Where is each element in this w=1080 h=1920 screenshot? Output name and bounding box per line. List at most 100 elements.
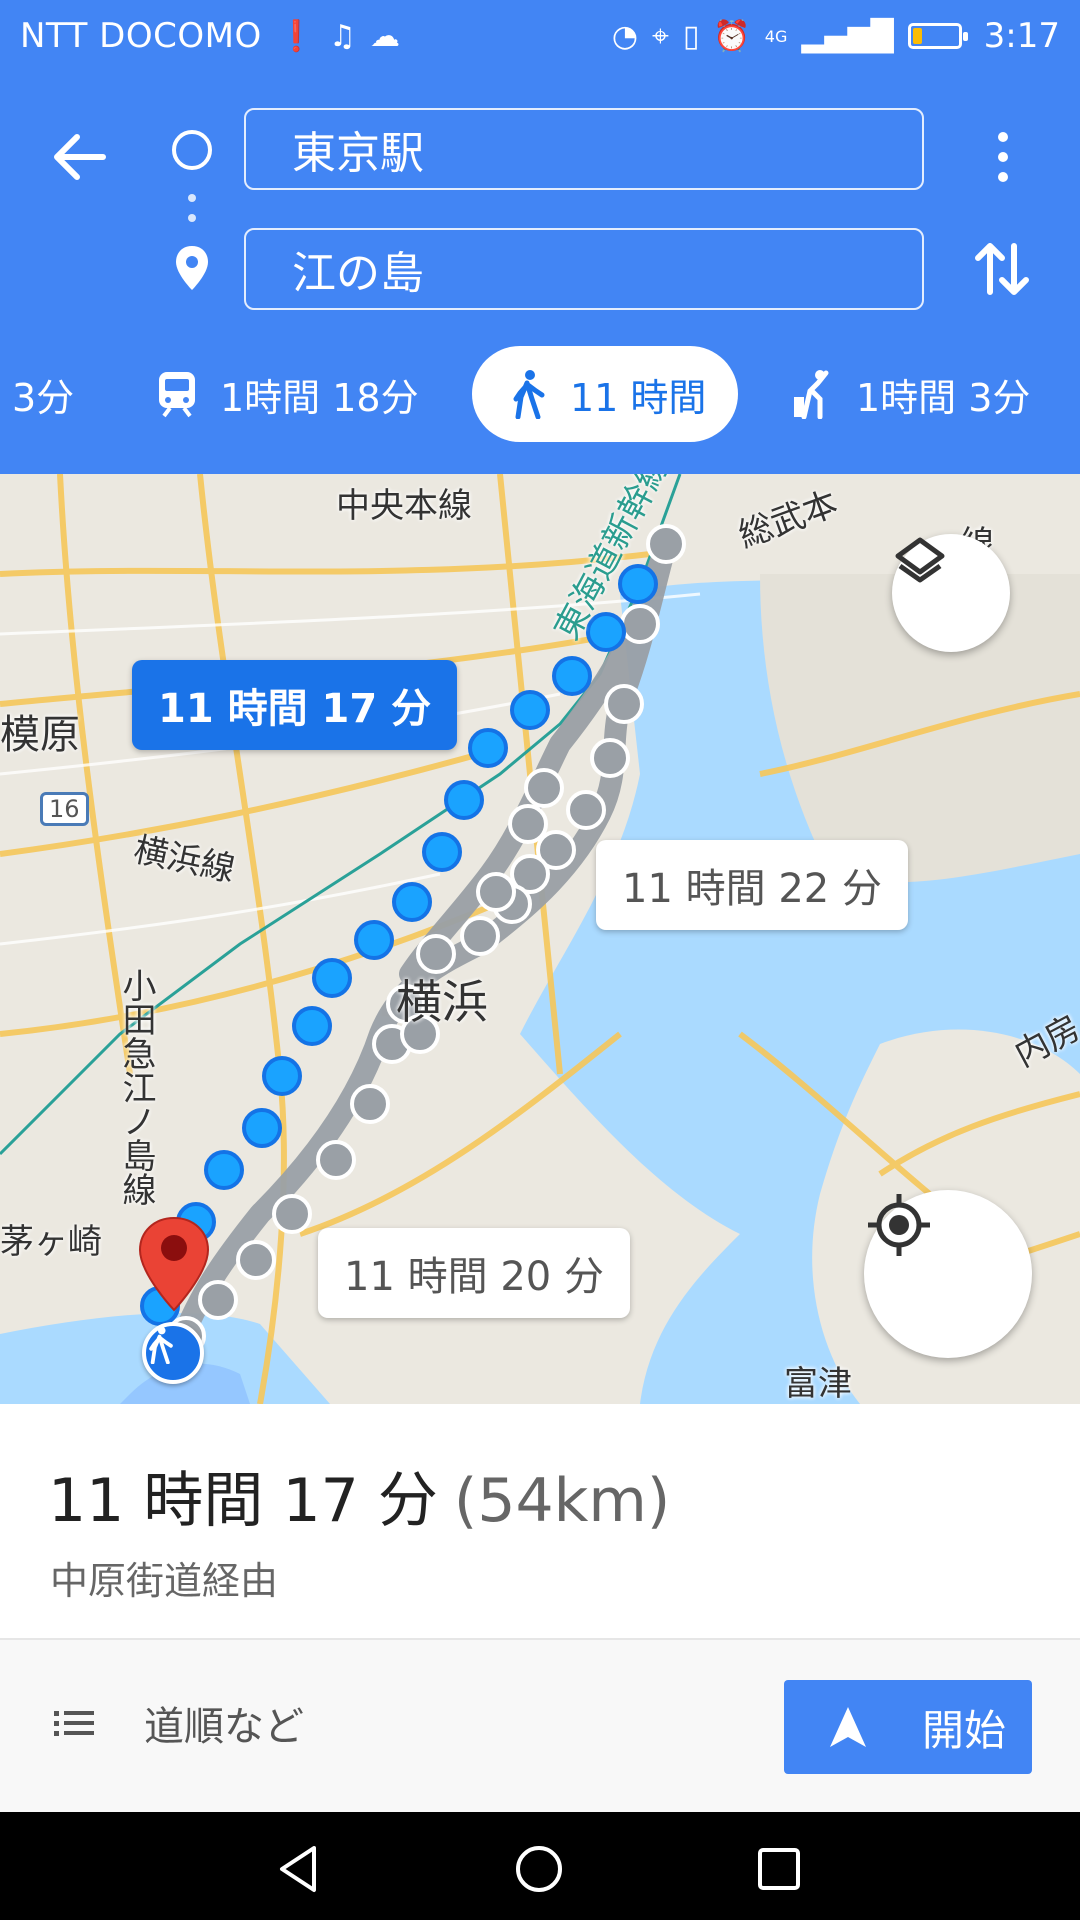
alt-route-dot bbox=[476, 872, 516, 912]
alt-route-dot bbox=[604, 684, 644, 724]
destination-pin-icon bbox=[172, 244, 212, 294]
selected-route-dot bbox=[618, 564, 658, 604]
dot bbox=[998, 132, 1008, 142]
back-arrow-icon bbox=[54, 134, 106, 180]
walk-icon bbox=[149, 1326, 173, 1364]
alt-route-dot bbox=[620, 604, 660, 644]
directions-header: 東京駅 江の島 3分 1時間 18分 11 時間 1時間 3分 bbox=[0, 72, 1080, 474]
selected-route-dot bbox=[510, 690, 550, 730]
alt-route-dot bbox=[646, 524, 686, 564]
music-icon: ♫ bbox=[329, 18, 356, 54]
route-duration-row: 11 時間 17 分 (54km) bbox=[48, 1452, 670, 1539]
origin-circle-icon bbox=[172, 130, 212, 170]
back-triangle-icon bbox=[280, 1846, 316, 1892]
route-dot-icon bbox=[188, 194, 196, 202]
map-label-chigasaki: 茅ヶ崎 bbox=[0, 1222, 102, 1262]
travel-mode-tabs: 3分 1時間 18分 11 時間 1時間 3分 bbox=[0, 346, 1080, 446]
battery-icon bbox=[907, 23, 968, 49]
route-callout-selected[interactable]: 11 時間 17 分 bbox=[132, 660, 458, 750]
ride-hail-icon bbox=[790, 369, 834, 419]
clock: 3:17 bbox=[983, 16, 1060, 56]
action-bar: 道順など 開始 bbox=[0, 1640, 1080, 1812]
alt-route-dot bbox=[272, 1194, 312, 1234]
swap-icon bbox=[975, 243, 1029, 295]
map-label-chuo-line: 中央本線 bbox=[336, 486, 472, 526]
layers-icon bbox=[895, 537, 945, 583]
navigation-arrow-icon bbox=[830, 1707, 866, 1747]
start-label: 開始 bbox=[922, 1705, 1007, 1755]
tab-transit[interactable]: 1時間 18分 bbox=[156, 346, 419, 442]
selected-route-dot bbox=[468, 728, 508, 768]
selected-route-dot bbox=[312, 958, 352, 998]
alert-icon: ❗ bbox=[277, 18, 316, 54]
notification-icons: ❗ ♫ ☁ bbox=[278, 19, 400, 54]
selected-route-dot bbox=[262, 1056, 302, 1096]
alt-route-dot bbox=[524, 768, 564, 808]
selected-route-dot bbox=[392, 882, 432, 922]
alt-route-dot bbox=[316, 1140, 356, 1180]
nav-back-button[interactable] bbox=[274, 1844, 324, 1894]
home-circle-icon bbox=[516, 1846, 562, 1892]
status-bar: NTT DOCOMO ❗ ♫ ☁ ◔ ⌖ ▯ ⏰ 4G ▂▄▆█ 3:17 bbox=[0, 0, 1080, 72]
start-button[interactable]: 開始 bbox=[784, 1680, 1032, 1774]
tab-drive[interactable]: 3分 bbox=[12, 346, 74, 442]
system-icons: ◔ ⌖ ▯ ⏰ 4G ▂▄▆█ 3:17 bbox=[612, 16, 1060, 56]
selected-route-dot bbox=[354, 920, 394, 960]
destination-input[interactable]: 江の島 bbox=[244, 228, 924, 310]
alarm-icon: ⏰ bbox=[713, 18, 751, 54]
selected-route-dot bbox=[242, 1108, 282, 1148]
route-callout-alt2[interactable]: 11 時間 20 分 bbox=[318, 1228, 630, 1318]
alt-route-dot bbox=[590, 738, 630, 778]
my-location-button[interactable] bbox=[864, 1190, 1032, 1358]
tab-label: 1時間 18分 bbox=[220, 375, 419, 420]
alt-route-dot bbox=[350, 1084, 390, 1124]
swap-button[interactable] bbox=[968, 234, 1038, 304]
back-button[interactable] bbox=[44, 122, 114, 192]
alt-route-dot bbox=[508, 804, 548, 844]
selected-route-dot bbox=[292, 1006, 332, 1046]
data-saver-icon: ◔ bbox=[611, 18, 638, 54]
selected-route-dot bbox=[204, 1150, 244, 1190]
route-callout-alt1[interactable]: 11 時間 22 分 bbox=[596, 840, 908, 930]
list-icon bbox=[54, 1711, 94, 1736]
location-icon: ⌖ bbox=[652, 18, 669, 54]
my-location-marker bbox=[142, 1322, 204, 1384]
alt-route-dot bbox=[460, 916, 500, 956]
map-label-odakyu-line: 小田急江ノ島線 bbox=[116, 968, 156, 1206]
nav-recents-button[interactable] bbox=[754, 1844, 804, 1894]
origin-input[interactable]: 東京駅 bbox=[244, 108, 924, 190]
steps-button[interactable]: 道順など bbox=[52, 1694, 304, 1752]
selected-route-dot bbox=[444, 780, 484, 820]
route-summary[interactable]: 11 時間 17 分 (54km) 中原街道経由 bbox=[0, 1404, 1080, 1640]
recents-square-icon bbox=[758, 1848, 800, 1890]
map-label-futtsu: 富津 bbox=[784, 1364, 852, 1404]
map-view[interactable]: 中央本線 総武本 線 模原 16 横浜線 小田急江ノ島線 茅ヶ崎 横浜 東海道新… bbox=[0, 474, 1080, 1404]
route16-shield: 16 bbox=[40, 792, 89, 826]
tab-label: 1時間 3分 bbox=[856, 375, 1031, 420]
route-via: 中原街道経由 bbox=[50, 1559, 279, 1603]
layers-button[interactable] bbox=[892, 534, 1010, 652]
cloud-icon: ☁ bbox=[370, 18, 400, 54]
carrier-name: NTT DOCOMO bbox=[20, 16, 262, 56]
steps-label: 道順など bbox=[144, 1704, 304, 1750]
train-icon bbox=[156, 370, 198, 418]
crosshair-icon bbox=[868, 1194, 930, 1256]
route-duration: 11 時間 17 分 bbox=[48, 1466, 438, 1536]
nav-home-button[interactable] bbox=[514, 1844, 564, 1894]
route-distance: (54km) bbox=[453, 1466, 671, 1536]
dot bbox=[998, 152, 1008, 162]
route-dot-icon bbox=[188, 214, 196, 222]
map-label-yokohama: 横浜 bbox=[396, 975, 488, 1029]
map-pin-icon bbox=[138, 1216, 210, 1312]
tab-label: 3分 bbox=[12, 375, 75, 420]
walk-icon bbox=[510, 369, 548, 419]
destination-marker[interactable] bbox=[136, 1214, 212, 1314]
tab-ride[interactable]: 1時間 3分 bbox=[790, 346, 1030, 442]
signal-icon: ▂▄▆█ bbox=[801, 18, 894, 54]
alt-route-dot bbox=[566, 790, 606, 830]
more-options-button[interactable] bbox=[978, 122, 1028, 192]
tab-walk[interactable]: 11 時間 bbox=[472, 346, 739, 442]
vibrate-icon: ▯ bbox=[682, 18, 700, 54]
system-nav-bar bbox=[0, 1812, 1080, 1920]
dot bbox=[998, 172, 1008, 182]
